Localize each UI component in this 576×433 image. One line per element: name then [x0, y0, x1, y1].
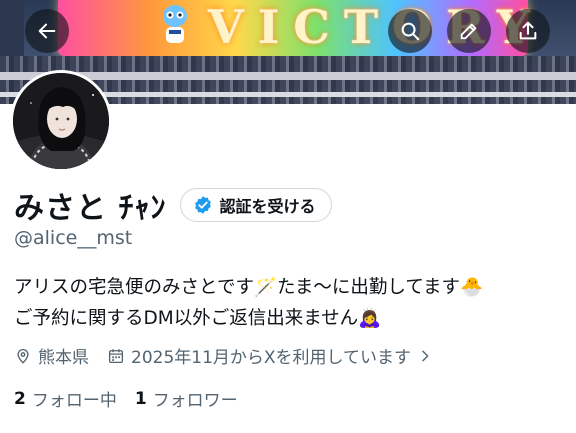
profile-meta: 熊本県 2025年11月からXを利用しています: [14, 343, 451, 368]
join-date[interactable]: 2025年11月からXを利用しています: [107, 343, 433, 368]
scoreboard-text: VICTORY: [208, 0, 544, 54]
verified-badge-icon: [195, 196, 212, 214]
display-name: みさと ﾁｬﾝ: [14, 191, 167, 226]
calendar-icon: [108, 348, 124, 363]
followers-label: フォロワー: [152, 391, 238, 411]
followers-count: 1: [134, 388, 147, 409]
share-icon: [519, 21, 537, 40]
following-label: フォロー中: [31, 391, 117, 411]
followers-link[interactable]: 1 フォロワー: [134, 386, 238, 412]
user-handle: @alice__mst: [14, 227, 133, 249]
pencil-icon: [460, 23, 477, 40]
following-count: 2: [14, 388, 26, 409]
edit-button[interactable]: [447, 9, 491, 53]
join-date-text: 2025年11月からXを利用しています: [131, 348, 412, 368]
get-verified-label: 認証を受ける: [219, 197, 316, 216]
share-button[interactable]: [506, 9, 550, 53]
following-link[interactable]: 2 フォロー中: [14, 386, 117, 412]
mascot-figure: [158, 2, 192, 46]
back-button[interactable]: [25, 9, 69, 53]
bio-line-1: アリスの宅急便のみさとです🪄たま〜に出勤してます🐣: [14, 277, 483, 298]
search-icon: [401, 22, 420, 41]
search-button[interactable]: [388, 9, 432, 53]
bio-line-2: ご予約に関するDM以外ご返信出来ません🙇‍♀️: [14, 308, 382, 329]
location: 熊本県: [14, 343, 89, 368]
chevron-right-icon: [422, 350, 429, 361]
follow-stats: 2 フォロー中 1 フォロワー: [14, 386, 256, 412]
avatar[interactable]: [10, 70, 112, 172]
location-text: 熊本県: [38, 348, 89, 368]
arrow-left-icon: [38, 23, 56, 39]
get-verified-button[interactable]: 認証を受ける: [180, 188, 333, 222]
location-pin-icon: [17, 348, 29, 364]
profile-bio: アリスの宅急便のみさとです🪄たま〜に出勤してます🐣 ご予約に関するDM以外ご返信…: [14, 272, 569, 334]
avatar-photo: [13, 73, 109, 169]
name-row: みさと ﾁｬﾝ 認証を受ける: [14, 183, 333, 227]
